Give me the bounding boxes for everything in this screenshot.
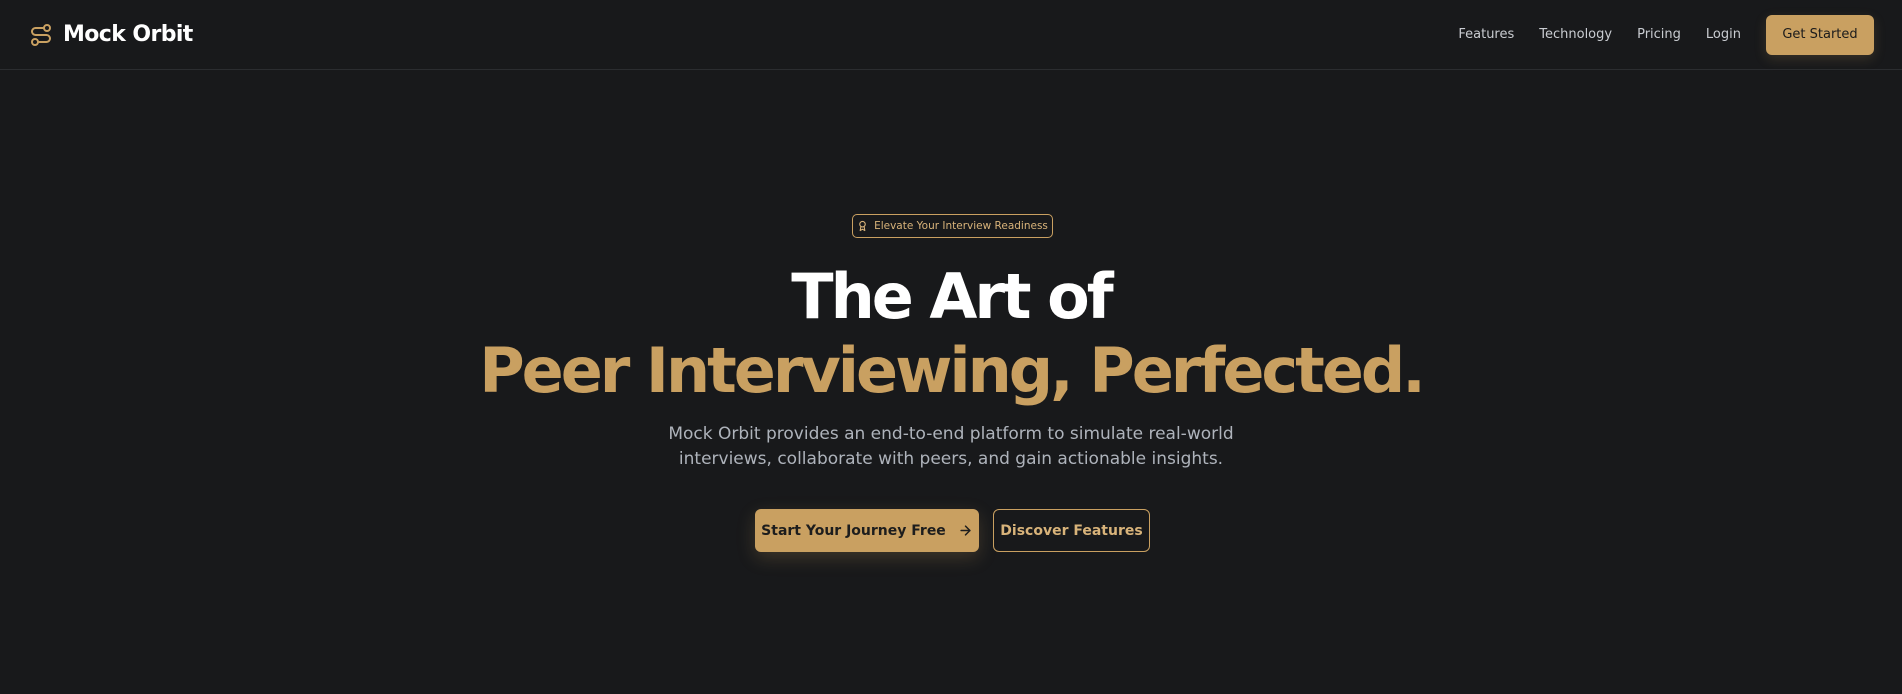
hero-subtitle-line-1: Mock Orbit provides an end-to-end platfo… [668, 424, 1234, 444]
hero-subtitle-line-2: interviews, collaborate with peers, and … [678, 449, 1224, 469]
nav-link-technology[interactable]: Technology [1539, 27, 1612, 42]
award-icon [857, 220, 868, 232]
top-navbar: Mock Orbit Features Technology Pricing L… [0, 0, 1902, 70]
start-journey-label: Start Your Journey Free [761, 522, 946, 539]
nav-link-features[interactable]: Features [1458, 27, 1514, 42]
brand-name: Mock Orbit [63, 22, 193, 47]
get-started-button[interactable]: Get Started [1766, 14, 1874, 55]
discover-features-button[interactable]: Discover Features [993, 509, 1150, 552]
nav-link-pricing[interactable]: Pricing [1637, 27, 1681, 42]
hero-subtitle: Mock Orbit provides an end-to-end platfo… [651, 422, 1251, 472]
arrow-right-icon [958, 523, 973, 538]
badge-text: Elevate Your Interview Readiness [874, 220, 1048, 232]
nav-link-login[interactable]: Login [1706, 27, 1741, 42]
main-nav: Features Technology Pricing Login Get St… [1458, 14, 1874, 55]
hero-title-line-1: The Art of [791, 260, 1113, 333]
hero-title-line-2: Peer Interviewing, Perfected. [479, 334, 1426, 407]
route-icon [29, 23, 53, 47]
hero-badge: Elevate Your Interview Readiness [852, 214, 1053, 238]
start-journey-button[interactable]: Start Your Journey Free [755, 509, 979, 552]
brand-logo[interactable]: Mock Orbit [29, 22, 193, 47]
